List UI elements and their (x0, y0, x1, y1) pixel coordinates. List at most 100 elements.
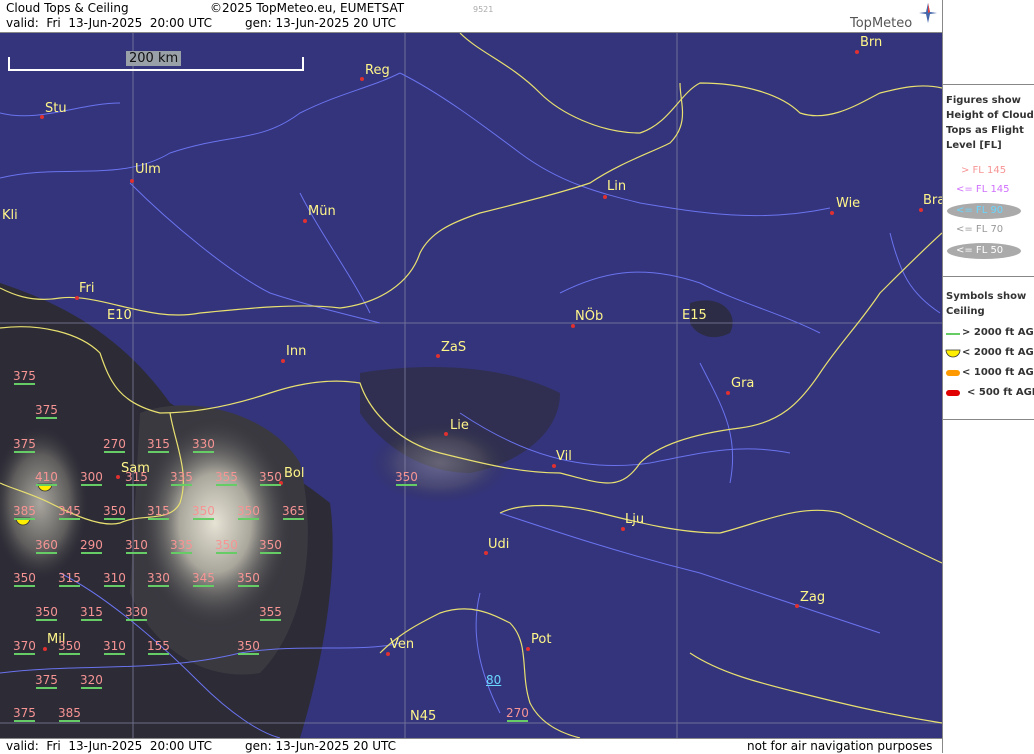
city-label-ven: Ven (390, 637, 415, 652)
city-dot (795, 604, 799, 608)
flight-level-figure: 345 (192, 571, 215, 587)
city-dot (830, 211, 834, 215)
legend-item-fl50: <= FL 50 (956, 245, 1004, 256)
scale-bar-label: 200 km (126, 51, 182, 66)
map-header: Cloud Tops & Ceiling ©2025 TopMeteo.eu, … (0, 0, 942, 33)
flight-level-figure: 310 (103, 639, 126, 655)
disclaimer: not for air navigation purposes (747, 739, 933, 753)
flight-level-figure: 330 (192, 437, 215, 453)
symbol-below-2000: < 2000 ft AGL (962, 347, 1034, 358)
footer-gen-time: gen: 13-Jun-2025 20 UTC (245, 739, 397, 753)
city-label-zag: Zag (800, 590, 826, 605)
flight-level-figure: 385 (58, 706, 81, 722)
city-dot (621, 527, 625, 531)
city-dot (75, 296, 79, 300)
flight-level-figure: 320 (80, 673, 103, 689)
flight-level-figure: 410 (35, 470, 58, 486)
flight-level-figure: 350 (237, 639, 260, 655)
ceiling-symbol-orange-icon (946, 370, 960, 376)
city-dot (919, 208, 923, 212)
city-label-ulm: Ulm (135, 162, 161, 177)
meridian-label-e15: E15 (682, 308, 707, 323)
city-dot (360, 77, 364, 81)
flight-level-figure: 375 (13, 706, 36, 722)
flight-level-figure: 375 (35, 403, 58, 419)
flight-level-figure: 385 (13, 504, 36, 520)
flight-level-figure: 330 (125, 605, 148, 621)
flight-level-legend: Figures show Height of Cloud Tops as Fli… (943, 84, 1034, 275)
city-label-bol: Bol (284, 466, 305, 481)
flight-level-figure: 350 (259, 470, 282, 486)
flight-level-figure: 315 (147, 504, 170, 520)
flight-level-figure: 315 (125, 470, 148, 486)
meridian-label-e10: E10 (107, 308, 132, 323)
city-dot (552, 464, 556, 468)
city-label-vil: Vil (556, 449, 572, 464)
flight-level-figure: 315 (58, 571, 81, 587)
copyright-text: ©2025 TopMeteo.eu, EUMETSAT (210, 1, 405, 15)
city-label-bra: Bra (923, 193, 942, 208)
flight-level-figure: 365 (282, 504, 305, 520)
legend-item-above-fl145: > FL 145 (961, 165, 1007, 176)
map-background (0, 33, 942, 738)
city-dot (444, 432, 448, 436)
ceiling-symbol-yellow-icon (945, 349, 961, 358)
map-title: Cloud Tops & Ceiling (6, 1, 129, 15)
legend-item-fl70: <= FL 70 (956, 224, 1004, 235)
symbols-heading: Symbols show Ceiling (946, 291, 1027, 317)
city-label-fri: Fri (79, 281, 95, 296)
city-dot (436, 354, 440, 358)
flight-level-figure: 360 (35, 538, 58, 554)
flight-level-figure: 350 (215, 538, 238, 554)
footer-valid-time: valid: Fri 13-Jun-2025 20:00 UTC (6, 739, 213, 753)
flight-level-figure: 335 (170, 470, 193, 486)
city-label-reg: Reg (365, 63, 390, 78)
flight-level-figure: 350 (192, 504, 215, 520)
flight-level-figure: 300 (80, 470, 103, 486)
flight-level-figure: 335 (170, 538, 193, 554)
symbol-above-2000: > 2000 ft AGL (962, 327, 1034, 338)
legend-panel: Figures show Height of Cloud Tops as Fli… (942, 0, 1034, 753)
flight-level-figure: 355 (215, 470, 238, 486)
city-label-gra: Gra (731, 376, 755, 391)
flight-level-figure: 155 (147, 639, 170, 655)
flight-level-figure: 330 (147, 571, 170, 587)
valid-time: valid: Fri 13-Jun-2025 20:00 UTC (6, 16, 213, 30)
flight-level-figure: 350 (103, 504, 126, 520)
flight-level-figure: 350 (237, 504, 260, 520)
flight-level-figure: 290 (80, 538, 103, 554)
legend-heading: Figures show Height of Cloud Tops as Fli… (946, 95, 1034, 151)
city-label-udi: Udi (488, 537, 510, 552)
city-label-wie: Wie (836, 196, 861, 211)
city-label-mun: Mün (308, 204, 336, 219)
flight-level-figure: 375 (35, 673, 58, 689)
legend-item-fl90: <= FL 90 (956, 205, 1004, 216)
symbol-below-500: < 500 ft AGL (967, 387, 1034, 398)
flight-level-figure: 355 (259, 605, 282, 621)
flight-level-figure: 345 (58, 504, 81, 520)
city-dot (281, 359, 285, 363)
flight-level-figure: 375 (13, 437, 36, 453)
satellite-map: 200 km E10 E15 N45 Brn Reg Stu Ulm Lin K… (0, 33, 942, 738)
flight-level-figure: 350 (395, 470, 418, 486)
city-dot (116, 475, 120, 479)
city-label-pot: Pot (531, 632, 552, 647)
parallel-label-n45: N45 (410, 709, 437, 724)
image-code: 9521 (473, 5, 494, 14)
city-label-lie: Lie (450, 418, 469, 433)
flight-level-figure: 350 (35, 605, 58, 621)
legend-item-fl145: <= FL 145 (956, 184, 1010, 195)
city-dot (130, 179, 134, 183)
flight-level-figure: 310 (103, 571, 126, 587)
city-dot (603, 195, 607, 199)
compass-star-icon (919, 3, 937, 23)
city-label-lin: Lin (607, 179, 627, 194)
city-dot (40, 115, 44, 119)
flight-level-figure: 370 (13, 639, 36, 655)
flight-level-figure-low: 80 (486, 673, 502, 687)
city-dot (43, 647, 47, 651)
city-dot (386, 652, 390, 656)
flight-level-figure: 270 (506, 706, 529, 722)
city-label-zas: ZaS (441, 340, 467, 355)
city-label-lju: Lju (625, 512, 645, 527)
